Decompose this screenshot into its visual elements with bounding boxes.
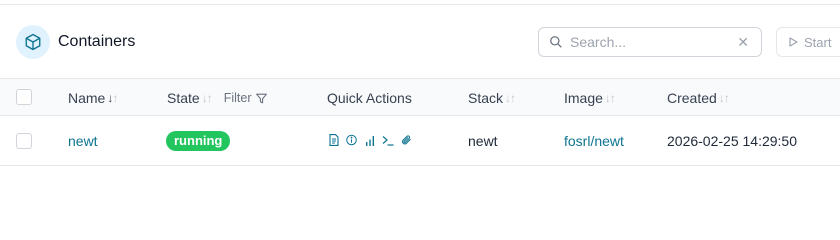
inspect-icon[interactable]	[346, 133, 357, 147]
column-label-state: State	[167, 90, 200, 106]
column-header-quick-actions: Quick Actions	[327, 89, 412, 107]
column-label-name: Name	[68, 90, 106, 106]
stack-value: newt	[468, 133, 498, 149]
table-header: Name ↓ ↑ State ↓↑ Filter Quick Actions St…	[0, 78, 840, 116]
page-title: Containers	[58, 33, 136, 50]
column-header-image[interactable]: Image ↓↑	[564, 89, 616, 107]
start-button[interactable]: Start	[776, 27, 840, 57]
page-header: Containers ✕ Start	[0, 5, 840, 78]
column-header-stack[interactable]: Stack ↓↑	[468, 89, 516, 107]
stats-icon[interactable]	[364, 133, 375, 147]
search-input[interactable]	[570, 34, 730, 50]
console-icon[interactable]	[382, 133, 394, 147]
table-row: newt running newt fosrl/newt 2026-02-25 …	[0, 116, 840, 166]
column-label-created: Created	[667, 90, 717, 106]
container-name-link[interactable]: newt	[68, 133, 98, 150]
sort-icon: ↓↑	[505, 91, 516, 105]
sort-icon: ↓↑	[604, 91, 616, 105]
column-header-state[interactable]: State ↓↑ Filter	[167, 89, 268, 107]
sort-asc-icon: ↑	[112, 91, 118, 105]
column-label-stack: Stack	[468, 90, 504, 106]
column-label-image: Image	[564, 90, 603, 106]
attach-icon[interactable]	[401, 133, 412, 147]
header-icon-badge	[16, 25, 50, 59]
filter-icon	[256, 93, 268, 103]
sort-icon: ↓↑	[718, 91, 730, 105]
search-icon	[550, 36, 562, 48]
start-button-label: Start	[804, 34, 832, 50]
column-label-quick-actions: Quick Actions	[327, 90, 412, 106]
state-filter-button[interactable]: Filter	[224, 89, 269, 107]
status-badge: running	[166, 131, 231, 151]
sort-icon: ↓↑	[201, 91, 213, 105]
filter-label: Filter	[223, 91, 252, 105]
cube-icon	[25, 33, 41, 51]
clear-search-icon[interactable]: ✕	[737, 34, 749, 51]
image-link[interactable]: fosrl/newt	[564, 133, 624, 150]
created-value: 2026-02-25 14:29:50	[667, 133, 797, 149]
search-field[interactable]: ✕	[538, 27, 762, 57]
row-checkbox[interactable]	[16, 133, 32, 149]
quick-actions	[328, 133, 412, 147]
column-header-created[interactable]: Created ↓↑	[667, 89, 730, 107]
select-all-checkbox[interactable]	[16, 89, 32, 105]
logs-icon[interactable]	[328, 133, 339, 147]
column-header-name[interactable]: Name ↓ ↑	[68, 89, 118, 107]
play-icon	[789, 37, 798, 47]
